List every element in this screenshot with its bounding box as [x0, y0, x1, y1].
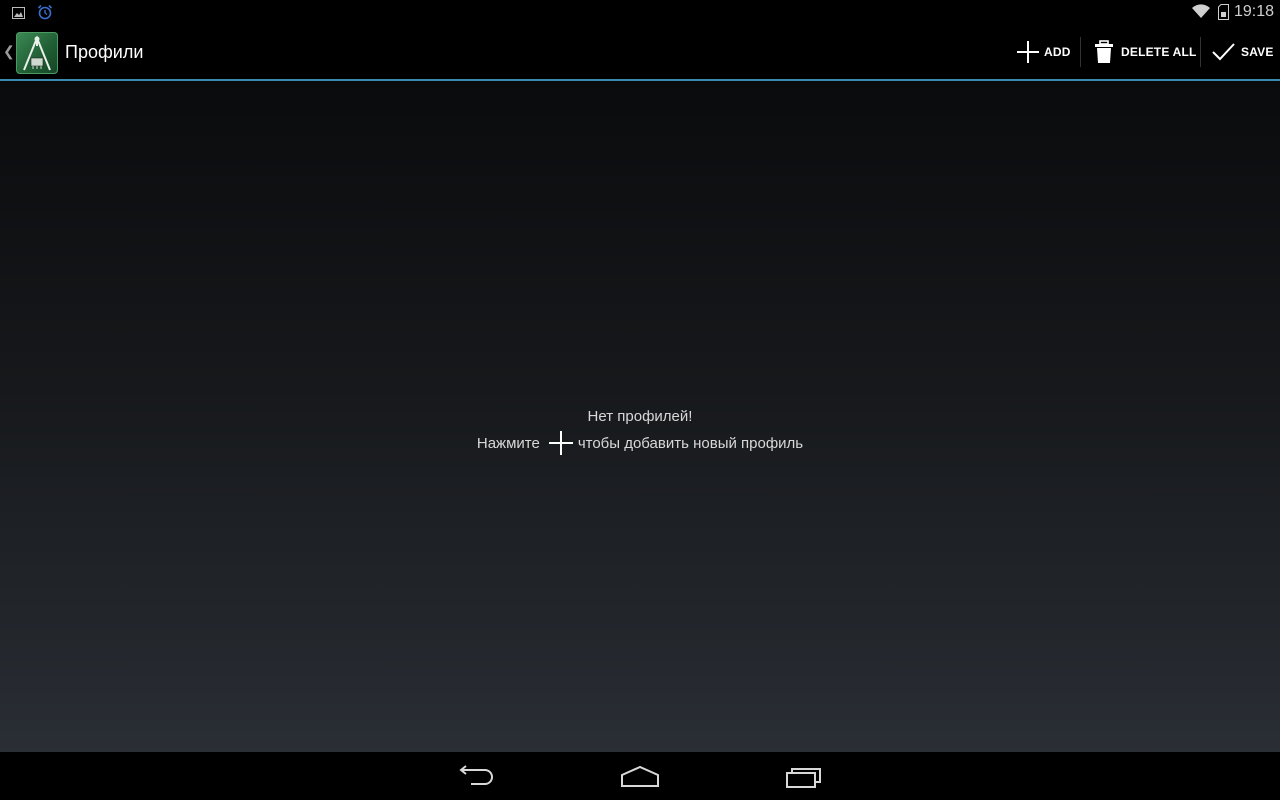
divider — [1080, 37, 1081, 67]
status-bar: 19:18 — [0, 0, 1280, 25]
wifi-icon — [1191, 3, 1211, 24]
page-title: Профили — [65, 42, 144, 62]
divider — [1200, 37, 1201, 67]
profiles-content: Нет профилей! Нажмите чтобы добавить нов… — [0, 81, 1280, 752]
action-bar: ❮ Профили ADD DELETE ALL SAVE — [0, 25, 1280, 81]
sd-card-icon — [1218, 4, 1229, 25]
plus-icon — [548, 430, 574, 456]
empty-state-title: Нет профилей! — [587, 408, 693, 425]
empty-state-hint: Нажмите чтобы добавить новый профиль — [0, 430, 1280, 456]
status-clock: 19:18 — [1234, 3, 1275, 20]
trash-icon — [1094, 40, 1114, 64]
save-button[interactable]: SAVE — [1211, 25, 1274, 79]
up-caret-icon[interactable]: ❮ — [3, 43, 15, 60]
alarm-icon — [37, 4, 53, 25]
add-label: ADD — [1044, 45, 1071, 59]
image-icon — [12, 6, 25, 24]
back-icon[interactable] — [459, 764, 497, 795]
navigation-bar — [0, 752, 1280, 800]
recents-icon[interactable] — [785, 764, 823, 795]
plus-icon — [1016, 40, 1040, 64]
home-icon[interactable] — [620, 764, 660, 795]
app-icon[interactable] — [16, 32, 58, 74]
delete-all-button[interactable]: DELETE ALL — [1094, 25, 1197, 79]
delete-all-label: DELETE ALL — [1121, 45, 1197, 59]
hint-before-text: Нажмите — [476, 434, 540, 452]
save-label: SAVE — [1241, 45, 1274, 59]
checkmark-icon — [1211, 42, 1235, 62]
add-button[interactable]: ADD — [1016, 25, 1071, 79]
hint-after-text: чтобы добавить новый профиль — [577, 434, 804, 452]
